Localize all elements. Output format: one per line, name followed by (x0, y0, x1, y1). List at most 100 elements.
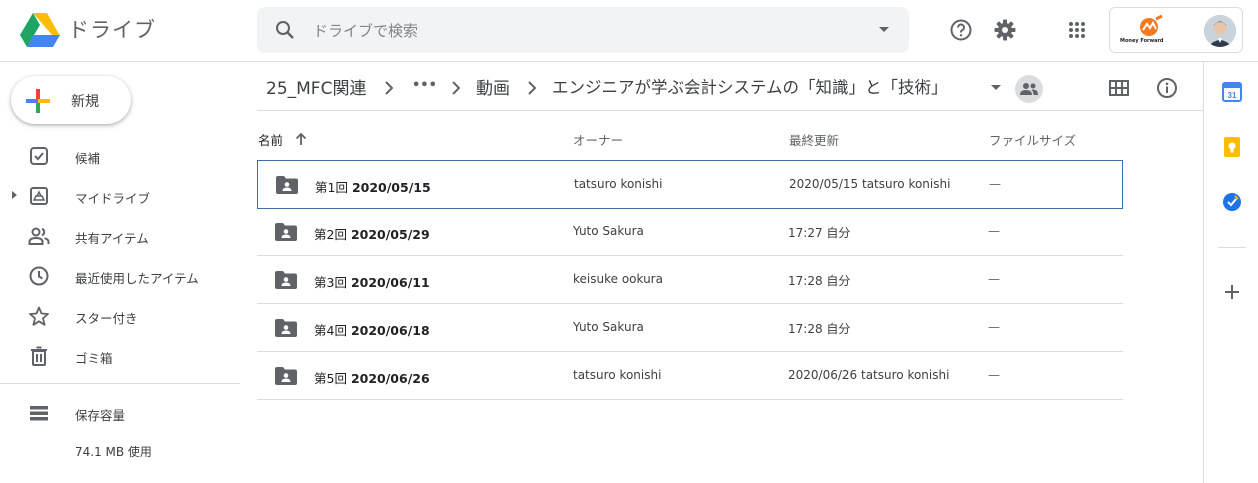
sidebar-divider (0, 383, 240, 384)
table-row[interactable]: 第4回 2020/06/18 Yuto Sakura 17:28 自分 — (257, 304, 1123, 352)
apps-grid-icon[interactable] (1064, 17, 1090, 43)
column-header-modified[interactable]: 最終更新 (789, 130, 839, 149)
my-drive-icon (28, 185, 50, 207)
file-name-date: 2020/06/18 (350, 323, 430, 338)
app-title[interactable]: ドライブ (68, 14, 156, 44)
column-header-name[interactable]: 名前 (258, 130, 283, 149)
size-cell: — (988, 320, 1000, 334)
keep-icon[interactable] (1222, 137, 1242, 157)
owner-cell: tatsuro konishi (574, 177, 663, 191)
search-icon[interactable] (273, 18, 297, 46)
modified-time: 17:28 (788, 322, 823, 336)
file-name-prefix: 第4回 (314, 323, 347, 338)
add-icon[interactable] (1222, 282, 1242, 302)
modified-cell: 17:28 自分 (788, 320, 850, 337)
grid-view-icon[interactable] (1107, 76, 1131, 100)
shared-folder-icon[interactable] (1015, 75, 1043, 103)
new-button-label: 新規 (71, 94, 99, 110)
new-button[interactable]: 新規 (11, 76, 131, 124)
modified-by: 自分 (826, 322, 851, 336)
file-name-prefix: 第3回 (314, 275, 347, 290)
table-row[interactable]: 第5回 2020/06/26 tatsuro konishi 2020/06/2… (257, 352, 1123, 400)
calendar-day: 31 (1228, 91, 1237, 100)
trash-icon (28, 345, 50, 367)
sidebar-item-recent[interactable]: 最近使用したアイテム (0, 256, 240, 296)
money-forward-logo-text: Money Forward (1120, 38, 1164, 44)
sidebar-item-storage[interactable]: 保存容量 (0, 393, 240, 433)
breadcrumb-divider (257, 110, 1203, 111)
file-name[interactable]: 第1回 2020/05/15 (315, 177, 431, 196)
size-cell: — (988, 224, 1000, 238)
sidebar-item-label: スター付き (75, 311, 138, 326)
account-switcher[interactable]: Money Forward (1109, 7, 1243, 53)
breadcrumb-current[interactable]: エンジニアが学ぶ会計システムの「知識」と「技術」 (552, 74, 948, 98)
help-icon[interactable] (948, 17, 974, 43)
owner-cell: Yuto Sakura (573, 224, 644, 238)
sidebar-item-suggested[interactable]: 候補 (0, 136, 240, 176)
file-name[interactable]: 第3回 2020/06/11 (314, 272, 430, 291)
star-icon (28, 305, 50, 327)
search-input[interactable]: ドライブで検索 (313, 20, 418, 41)
calendar-icon[interactable]: 31 (1222, 82, 1242, 102)
modified-cell: 17:27 自分 (788, 224, 850, 241)
file-name[interactable]: 第4回 2020/06/18 (314, 320, 430, 339)
shared-folder-icon (275, 271, 297, 289)
file-name-prefix: 第1回 (315, 180, 348, 195)
sidebar-item-label: 最近使用したアイテム (75, 271, 199, 286)
breadcrumb-folder[interactable]: 動画 (476, 74, 510, 99)
modified-time: 2020/05/15 (789, 177, 859, 191)
drive-logo-icon[interactable] (20, 12, 60, 52)
file-name[interactable]: 第2回 2020/05/29 (314, 224, 430, 243)
avatar[interactable] (1204, 15, 1236, 47)
info-icon[interactable] (1155, 76, 1179, 100)
owner-cell: keisuke ookura (573, 272, 663, 286)
modified-by: 自分 (826, 274, 851, 288)
table-row[interactable]: 第3回 2020/06/11 keisuke ookura 17:28 自分 — (257, 256, 1123, 304)
sidebar-item-label: マイドライブ (75, 191, 151, 206)
modified-time: 17:27 (788, 226, 823, 240)
sidebar-item-my-drive[interactable]: マイドライブ (0, 176, 240, 216)
modified-time: 2020/06/26 (788, 368, 858, 382)
sidebar-item-trash[interactable]: ゴミ箱 (0, 336, 240, 376)
file-name[interactable]: 第5回 2020/06/26 (314, 368, 430, 387)
search-bar[interactable]: ドライブで検索 (257, 7, 909, 53)
breadcrumb-root[interactable]: 25_MFC関連 (266, 74, 366, 99)
sidebar-item-label: 候補 (75, 151, 101, 166)
file-name-prefix: 第2回 (314, 227, 347, 242)
owner-cell: tatsuro konishi (573, 368, 662, 382)
file-name-date: 2020/05/15 (351, 180, 431, 195)
table-row[interactable]: 第1回 2020/05/15 tatsuro konishi 2020/05/1… (257, 160, 1123, 209)
owner-cell: Yuto Sakura (573, 320, 644, 334)
chevron-right-icon (451, 80, 461, 95)
table-row[interactable]: 第2回 2020/05/29 Yuto Sakura 17:27 自分 — (257, 208, 1123, 256)
modified-by: tatsuro konishi (862, 177, 951, 191)
top-header: ドライブ ドライブで検索 Money Forward (0, 0, 1258, 62)
shared-folder-icon (275, 319, 297, 337)
modified-by: 自分 (826, 226, 851, 240)
settings-icon[interactable] (992, 17, 1018, 43)
shared-folder-icon (275, 367, 297, 385)
sidebar-item-starred[interactable]: スター付き (0, 296, 240, 336)
storage-used-text: 74.1 MB 使用 (75, 445, 152, 459)
modified-by: tatsuro konishi (861, 368, 950, 382)
chevron-right-icon (384, 80, 394, 95)
column-header-size[interactable]: ファイルサイズ (989, 130, 1076, 149)
file-name-date: 2020/06/26 (350, 371, 430, 386)
modified-cell: 17:28 自分 (788, 272, 850, 289)
file-name-date: 2020/05/29 (350, 227, 430, 242)
plus-icon (25, 88, 51, 118)
breadcrumb-ellipsis[interactable]: ••• (412, 78, 437, 93)
clock-icon (28, 265, 50, 287)
folder-menu-icon[interactable] (991, 85, 1001, 90)
file-name-date: 2020/06/11 (350, 275, 430, 290)
side-panel-rail: 31 (1203, 62, 1258, 483)
expand-arrow-icon[interactable] (12, 191, 17, 199)
size-cell: — (988, 368, 1000, 382)
search-options-icon[interactable] (879, 27, 889, 32)
column-header-owner[interactable]: オーナー (573, 130, 623, 149)
shared-folder-icon (276, 176, 298, 194)
storage-label: 保存容量 (75, 408, 126, 423)
sort-ascending-icon[interactable] (294, 131, 308, 150)
tasks-icon[interactable] (1222, 192, 1242, 212)
sidebar-item-shared[interactable]: 共有アイテム (0, 216, 240, 256)
